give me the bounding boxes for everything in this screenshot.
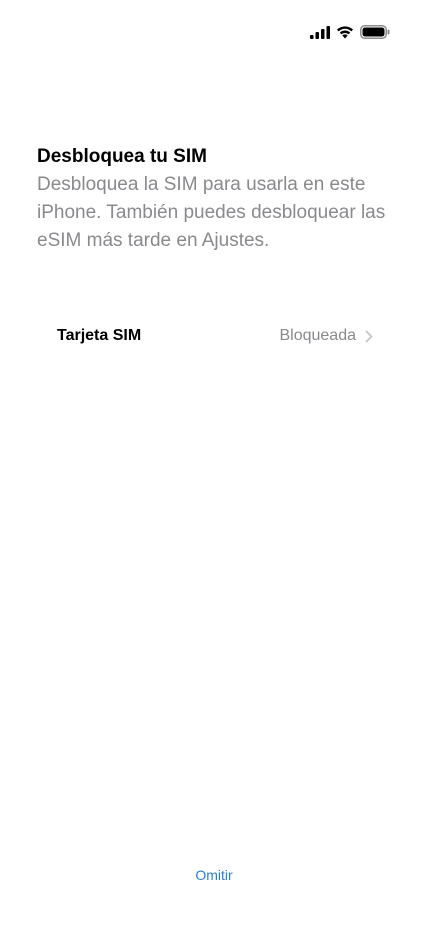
sim-card-row[interactable]: Tarjeta SIM Bloqueada [57, 322, 373, 350]
page-title: Desbloquea tu SIM [37, 146, 207, 167]
battery-icon [360, 25, 390, 39]
page-subtitle: Desbloquea la SIM para usarla en este iP… [37, 174, 386, 251]
status-bar [310, 22, 390, 42]
wifi-icon [336, 25, 354, 39]
chevron-right-icon [365, 330, 373, 343]
sim-card-label: Tarjeta SIM [57, 327, 142, 344]
sim-card-status-group: Bloqueada [279, 327, 373, 345]
header: Desbloquea tu SIM Desbloquea la SIM para… [37, 145, 397, 255]
cellular-signal-icon [310, 25, 330, 39]
sim-card-status: Bloqueada [279, 327, 356, 344]
skip-button[interactable]: Omitir [0, 867, 428, 883]
